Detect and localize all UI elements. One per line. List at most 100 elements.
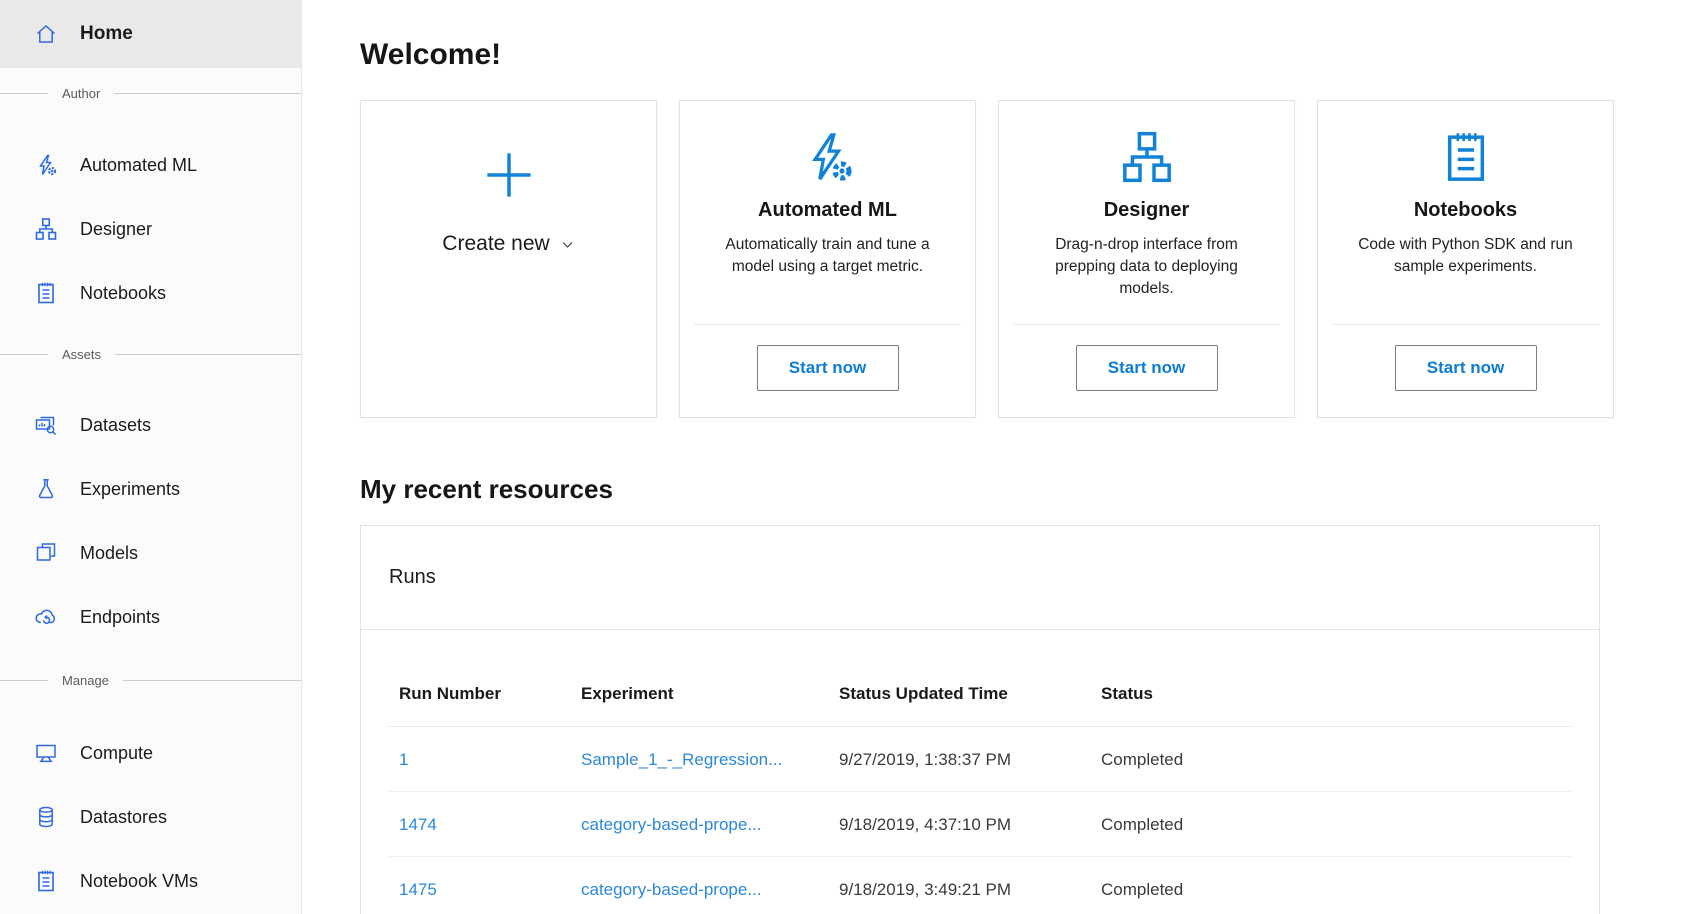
runs-table-header: Run Number Experiment Status Updated Tim… (361, 684, 1599, 704)
chevron-down-icon (560, 237, 575, 252)
automated-ml-card: Automated ML Automatically train and tun… (679, 100, 976, 418)
app-window: Home Author Automated ML Designer (0, 0, 1686, 914)
sidebar-item-datastores[interactable]: Datastores (0, 785, 301, 849)
table-row: 1 Sample_1_-_Regression... 9/27/2019, 1:… (361, 727, 1599, 792)
start-now-button[interactable]: Start now (1395, 345, 1537, 391)
plus-icon (483, 149, 535, 206)
column-header-status: Status (1101, 684, 1599, 704)
experiments-icon (34, 477, 58, 501)
card-divider (1013, 324, 1280, 325)
home-icon (34, 22, 58, 46)
section-label: Author (62, 86, 100, 101)
tab-runs[interactable]: Runs (389, 566, 436, 589)
sidebar-item-label: Endpoints (80, 607, 160, 628)
endpoints-icon (34, 605, 58, 629)
models-icon (34, 541, 58, 565)
create-new-label: Create new (442, 232, 549, 256)
create-new-card[interactable]: Create new (360, 100, 657, 418)
section-divider-line (0, 680, 48, 681)
section-divider-line (0, 354, 48, 355)
notebooks-card: Notebooks Code with Python SDK and run s… (1317, 100, 1614, 418)
status-value: Completed (1101, 750, 1599, 770)
sidebar-item-label: Datasets (80, 415, 151, 436)
sidebar-item-notebook-vms[interactable]: Notebook VMs (0, 849, 301, 913)
experiment-link[interactable]: Sample_1_-_Regression... (581, 750, 782, 769)
sidebar-item-label: Automated ML (80, 155, 197, 176)
sidebar-item-notebooks[interactable]: Notebooks (0, 261, 301, 325)
page-title: Welcome! (360, 38, 1686, 72)
sidebar-item-automated-ml[interactable]: Automated ML (0, 133, 301, 197)
sidebar-item-label: Models (80, 543, 138, 564)
column-header-experiment: Experiment (581, 684, 839, 704)
sidebar-item-designer[interactable]: Designer (0, 197, 301, 261)
status-updated-time: 9/18/2019, 4:37:10 PM (839, 815, 1101, 835)
sidebar-item-label: Designer (80, 219, 152, 240)
notebooks-icon (1438, 129, 1494, 185)
card-description: Automatically train and tune a model usi… (714, 234, 942, 278)
sidebar-section-manage: Manage (0, 665, 301, 695)
quick-start-cards: Create new Automated ML Automatically tr… (360, 100, 1686, 418)
automated-ml-icon (800, 129, 856, 185)
sidebar-item-label: Notebook VMs (80, 871, 198, 892)
section-divider-line (114, 93, 301, 94)
sidebar-section-assets: Assets (0, 339, 301, 369)
sidebar-section-author: Author (0, 78, 301, 108)
compute-icon (34, 741, 58, 765)
section-divider-line (115, 354, 301, 355)
sidebar-group-author: Automated ML Designer Notebooks (0, 133, 301, 325)
datastores-icon (34, 805, 58, 829)
card-description: Drag-n-drop interface from prepping data… (1033, 234, 1261, 300)
table-row: 1475 category-based-prope... 9/18/2019, … (361, 857, 1599, 914)
status-value: Completed (1101, 880, 1599, 900)
card-divider (694, 324, 961, 325)
create-new-button[interactable]: Create new (442, 232, 574, 256)
card-title: Notebooks (1414, 199, 1517, 222)
start-now-button[interactable]: Start now (1076, 345, 1218, 391)
status-updated-time: 9/27/2019, 1:38:37 PM (839, 750, 1101, 770)
main-content: Welcome! Create new Automated ML A (302, 0, 1686, 914)
automated-ml-icon (34, 153, 58, 177)
sidebar-item-compute[interactable]: Compute (0, 721, 301, 785)
table-row: 1474 category-based-prope... 9/18/2019, … (361, 792, 1599, 857)
card-divider (1332, 324, 1599, 325)
experiment-link[interactable]: category-based-prope... (581, 815, 762, 834)
card-description: Code with Python SDK and run sample expe… (1352, 234, 1580, 278)
sidebar-group-manage: Compute Datastores Notebook VMs (0, 721, 301, 913)
designer-card: Designer Drag-n-drop interface from prep… (998, 100, 1295, 418)
sidebar-group-assets: Datasets Experiments Models Endpoints (0, 393, 301, 649)
sidebar-item-label: Notebooks (80, 283, 166, 304)
card-title: Automated ML (758, 199, 897, 222)
section-divider-line (0, 93, 48, 94)
sidebar-item-label: Datastores (80, 807, 167, 828)
section-label: Assets (62, 347, 101, 362)
status-value: Completed (1101, 815, 1599, 835)
run-number-link[interactable]: 1474 (399, 815, 437, 834)
datasets-icon (34, 413, 58, 437)
section-label: Manage (62, 673, 109, 688)
sidebar: Home Author Automated ML Designer (0, 0, 302, 914)
sidebar-item-endpoints[interactable]: Endpoints (0, 585, 301, 649)
run-number-link[interactable]: 1475 (399, 880, 437, 899)
designer-icon (1119, 129, 1175, 185)
recent-resources-panel: Runs Run Number Experiment Status Update… (360, 525, 1600, 914)
notebooks-icon (34, 281, 58, 305)
designer-icon (34, 217, 58, 241)
sidebar-item-home[interactable]: Home (0, 0, 301, 68)
sidebar-item-experiments[interactable]: Experiments (0, 457, 301, 521)
run-number-link[interactable]: 1 (399, 750, 408, 769)
recent-resources-title: My recent resources (360, 474, 1686, 505)
column-header-run-number: Run Number (399, 684, 581, 704)
sidebar-item-label: Experiments (80, 479, 180, 500)
column-header-status-updated-time: Status Updated Time (839, 684, 1101, 704)
section-divider-line (123, 680, 301, 681)
experiment-link[interactable]: category-based-prope... (581, 880, 762, 899)
sidebar-item-label: Home (80, 23, 133, 45)
card-title: Designer (1104, 199, 1190, 222)
start-now-button[interactable]: Start now (757, 345, 899, 391)
sidebar-item-label: Compute (80, 743, 153, 764)
sidebar-item-models[interactable]: Models (0, 521, 301, 585)
sidebar-item-datasets[interactable]: Datasets (0, 393, 301, 457)
status-updated-time: 9/18/2019, 3:49:21 PM (839, 880, 1101, 900)
panel-header: Runs (361, 526, 1599, 630)
notebook-vms-icon (34, 869, 58, 893)
